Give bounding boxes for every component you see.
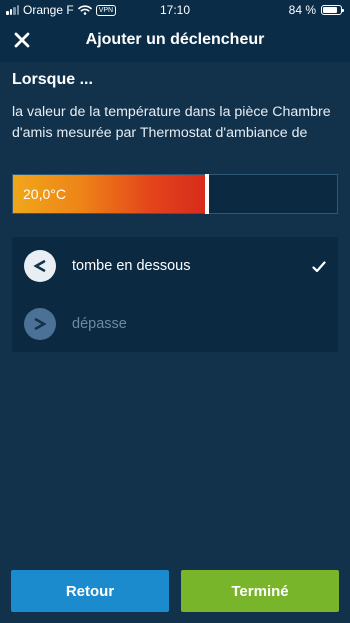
condition-heading: Lorsque ... (12, 71, 93, 88)
slider-handle[interactable] (205, 174, 210, 214)
status-bar: Orange F VPN 17:10 84 % (0, 0, 350, 20)
check-icon (312, 260, 326, 278)
app-header: Ajouter un déclencheur (0, 20, 350, 62)
battery-icon (321, 5, 344, 15)
option-label: tombe en dessous (72, 258, 191, 274)
battery-level (323, 7, 337, 13)
option-falls-below[interactable]: tombe en dessous (12, 241, 338, 291)
option-label: dépasse (72, 316, 127, 332)
done-button[interactable]: Terminé (181, 570, 339, 612)
condition-description: la valeur de la température dans la pièc… (12, 104, 331, 141)
temperature-slider[interactable]: 20,0°C (12, 174, 338, 214)
page-title: Ajouter un déclencheur (85, 31, 265, 48)
greater-than-icon (24, 308, 56, 340)
temperature-value: 20,0°C (23, 186, 66, 202)
status-right: 84 % (288, 3, 344, 17)
option-exceeds[interactable]: dépasse (12, 299, 338, 349)
comparison-options: tombe en dessous dépasse (12, 237, 338, 352)
less-than-icon (24, 250, 56, 282)
battery-percent: 84 % (288, 3, 316, 17)
back-button[interactable]: Retour (11, 570, 169, 612)
